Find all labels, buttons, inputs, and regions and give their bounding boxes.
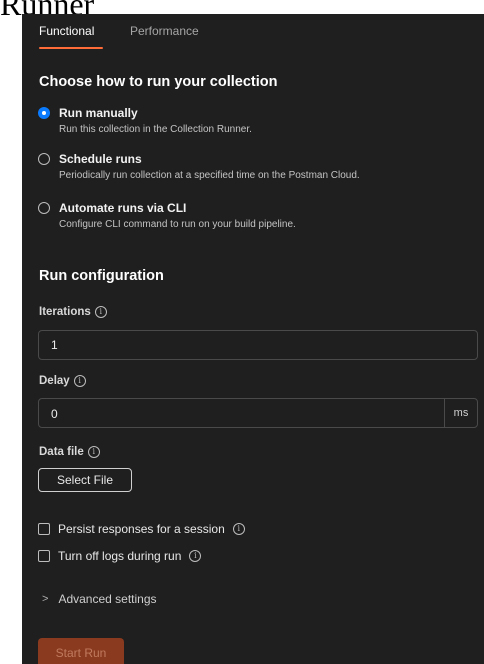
delay-label-row: Delay i [39,375,86,387]
active-tab-indicator [39,47,103,49]
tab-performance[interactable]: Performance [130,24,199,38]
turn-off-logs-label: Turn off logs during run [58,549,182,563]
radio-description: Run this collection in the Collection Ru… [59,124,252,135]
radio-description: Periodically run collection at a specifi… [59,170,360,181]
persist-responses-label: Persist responses for a session [58,522,225,536]
radio-label: Schedule runs [59,152,142,166]
turn-off-logs-checkbox[interactable] [38,550,50,562]
info-icon[interactable]: i [73,375,86,387]
radio-description: Configure CLI command to run on your bui… [59,219,296,230]
data-file-label-row: Data file i [39,446,100,458]
runner-panel: Functional Performance Choose how to run… [22,14,484,664]
info-icon[interactable]: i [232,523,245,535]
tab-functional[interactable]: Functional [39,24,94,38]
radio-option-automate-cli[interactable]: Automate runs via CLI Configure CLI comm… [38,201,478,237]
turn-off-logs-row[interactable]: Turn off logs during run i [38,548,202,564]
delay-input[interactable] [39,399,453,429]
advanced-settings-label: Advanced settings [58,592,157,606]
radio-option-run-manually[interactable]: Run manually Run this collection in the … [38,106,478,142]
radio-button[interactable] [38,107,50,119]
radio-option-schedule-runs[interactable]: Schedule runs Periodically run collectio… [38,152,478,188]
delay-unit: ms [444,399,477,427]
info-icon[interactable]: i [94,306,107,318]
iterations-label: Iterations [39,306,91,318]
radio-label: Automate runs via CLI [59,201,187,215]
iterations-input[interactable] [38,330,478,360]
select-file-button[interactable]: Select File [38,468,132,492]
delay-label: Delay [39,375,70,387]
info-icon[interactable]: i [189,550,202,562]
radio-button[interactable] [38,153,50,165]
run-configuration-heading: Run configuration [39,268,164,284]
chevron-right-icon: > [42,593,49,605]
radio-label: Run manually [59,106,138,120]
advanced-settings-toggle[interactable]: > Advanced settings [42,592,157,606]
persist-responses-checkbox[interactable] [38,523,50,535]
radio-button[interactable] [38,202,50,214]
persist-responses-row[interactable]: Persist responses for a session i [38,521,245,537]
iterations-label-row: Iterations i [39,306,107,318]
run-mode-heading: Choose how to run your collection [39,74,278,90]
data-file-label: Data file [39,446,84,458]
info-icon[interactable]: i [87,446,100,458]
delay-field: ms [38,398,478,429]
start-run-button[interactable]: Start Run [38,638,124,664]
